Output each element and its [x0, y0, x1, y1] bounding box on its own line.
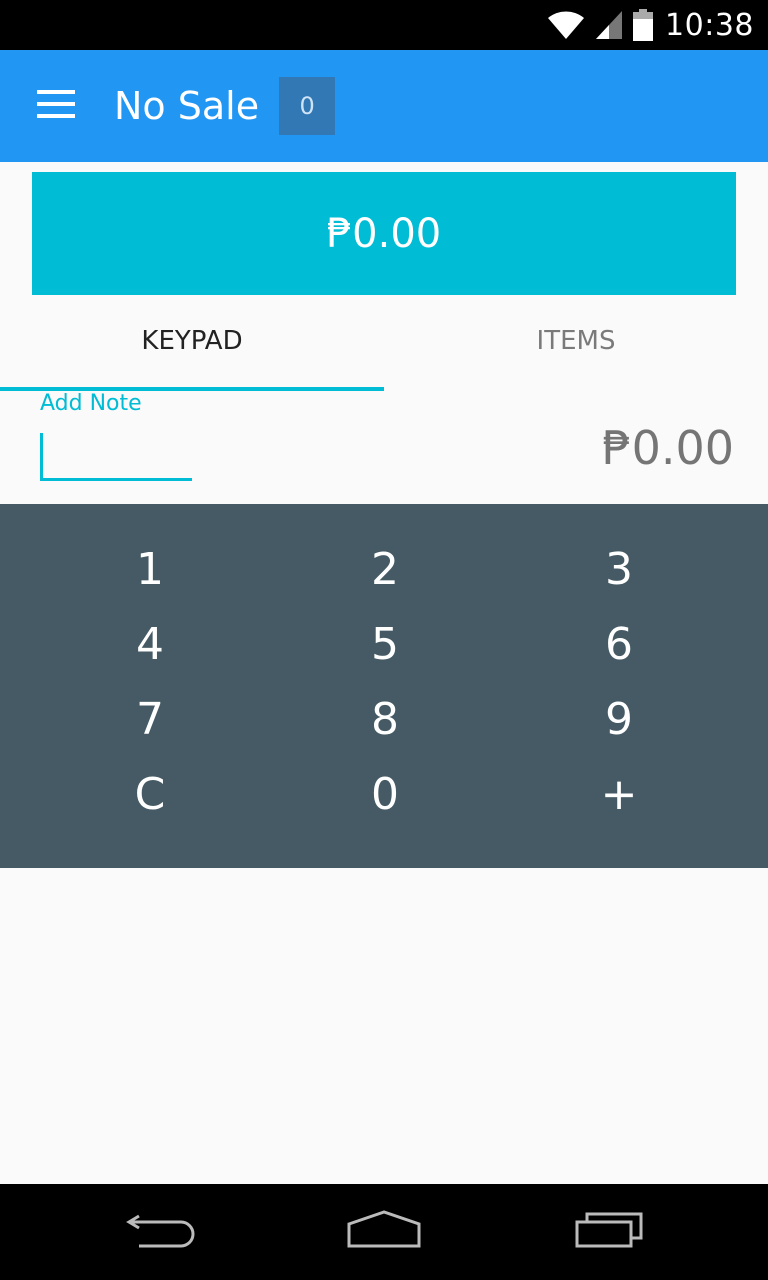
key-9[interactable]: 9 [470, 682, 768, 757]
text-cursor [40, 433, 43, 479]
app-bar: No Sale 0 [0, 50, 768, 162]
key-5[interactable]: 5 [300, 607, 470, 682]
key-add[interactable]: + [470, 757, 768, 832]
key-0[interactable]: 0 [300, 757, 470, 832]
entered-amount: ₱0.00 [602, 421, 734, 475]
charge-total-button[interactable]: ₱0.00 [32, 172, 736, 295]
keypad-row: 1 2 3 [0, 532, 768, 607]
menu-button[interactable] [0, 50, 112, 162]
home-button[interactable] [314, 1184, 454, 1280]
key-clear[interactable]: C [0, 757, 300, 832]
keypad-row: 4 5 6 [0, 607, 768, 682]
key-6[interactable]: 6 [470, 607, 768, 682]
hamburger-menu-icon [37, 89, 75, 123]
status-bar: 10:38 [0, 0, 768, 50]
cell-signal-icon [595, 10, 623, 40]
recent-apps-button[interactable] [540, 1184, 680, 1280]
back-icon [125, 1210, 195, 1255]
recent-apps-icon [575, 1210, 645, 1255]
key-2[interactable]: 2 [300, 532, 470, 607]
note-row: Add Note ₱0.00 [0, 391, 768, 504]
tab-keypad[interactable]: KEYPAD [0, 295, 384, 391]
key-1[interactable]: 1 [0, 532, 300, 607]
charge-total-amount: ₱0.00 [326, 210, 442, 257]
tab-items[interactable]: ITEMS [384, 295, 768, 391]
add-note-label: Add Note [40, 391, 142, 416]
keypad: 1 2 3 4 5 6 7 8 9 C 0 + [0, 504, 768, 868]
home-icon [347, 1209, 421, 1255]
key-8[interactable]: 8 [300, 682, 470, 757]
battery-icon [633, 9, 654, 41]
system-nav-bar [0, 1184, 768, 1280]
status-time: 10:38 [665, 7, 754, 43]
key-7[interactable]: 7 [0, 682, 300, 757]
tab-bar: KEYPAD ITEMS [0, 295, 768, 391]
wifi-icon [547, 10, 585, 40]
key-4[interactable]: 4 [0, 607, 300, 682]
sale-count-badge[interactable]: 0 [279, 77, 336, 135]
page-title: No Sale [114, 84, 260, 128]
keypad-row: C 0 + [0, 757, 768, 832]
back-button[interactable] [90, 1184, 230, 1280]
add-note-input[interactable] [40, 431, 192, 481]
key-3[interactable]: 3 [470, 532, 768, 607]
keypad-row: 7 8 9 [0, 682, 768, 757]
